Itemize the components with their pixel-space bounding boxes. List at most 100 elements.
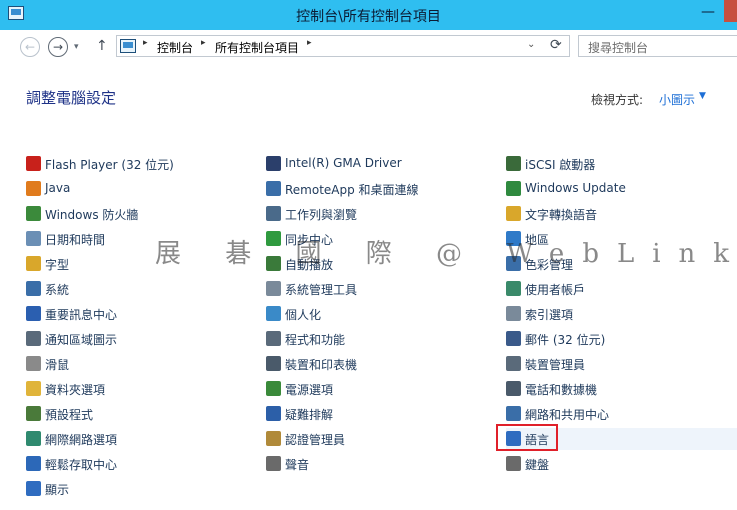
printer-icon [266, 356, 281, 371]
control-panel-item[interactable]: 裝置和印表機 [266, 353, 476, 375]
control-panel-item[interactable]: 輕鬆存取中心 [26, 453, 236, 475]
personalization-icon [266, 306, 281, 321]
address-bar[interactable]: ▸ 控制台 ▸ 所有控制台項目 ▸ ⌄ ⟳ [116, 35, 570, 57]
item-label: 網際網路選項 [45, 433, 118, 447]
item-label: 滑鼠 [45, 358, 70, 372]
item-label: 系統 [45, 283, 70, 297]
forward-button[interactable]: → [48, 37, 68, 57]
item-label: 疑難排解 [285, 408, 334, 422]
breadcrumb-separator[interactable]: ▸ [201, 38, 206, 48]
item-label: 郵件 (32 位元) [525, 333, 606, 347]
control-panel-item[interactable]: 聲音 [266, 453, 476, 475]
indexing-icon [506, 306, 521, 321]
item-label: 工作列與瀏覽 [285, 208, 358, 222]
control-panel-item[interactable]: RemoteApp 和桌面連線 [266, 178, 476, 200]
control-panel-item[interactable]: 鍵盤 [506, 453, 716, 475]
control-panel-item[interactable]: 工作列與瀏覽 [266, 203, 476, 225]
control-panel-item[interactable]: 文字轉換語音 [506, 203, 716, 225]
control-panel-item[interactable]: 疑難排解 [266, 403, 476, 425]
control-panel-item[interactable]: Windows Update [506, 178, 716, 200]
control-panel-item[interactable]: Flash Player (32 位元) [26, 153, 236, 175]
sound-icon [266, 456, 281, 471]
breadcrumb-control-panel[interactable]: 控制台 [157, 39, 193, 56]
up-button[interactable]: ↑ [96, 38, 108, 54]
control-panel-item[interactable]: 網際網路選項 [26, 428, 236, 450]
taskbar-icon [266, 206, 281, 221]
recent-locations-button[interactable]: ▾ [74, 42, 79, 52]
system-icon [26, 281, 41, 296]
credential-icon [266, 431, 281, 446]
folder-icon [26, 381, 41, 396]
close-button[interactable] [724, 0, 737, 22]
item-label: 鍵盤 [525, 458, 550, 472]
control-panel-item[interactable]: 電話和數據機 [506, 378, 716, 400]
java-icon [26, 181, 41, 196]
breadcrumb-separator[interactable]: ▸ [143, 38, 148, 48]
refresh-icon[interactable]: ⟳ [550, 37, 562, 53]
item-label: 索引選項 [525, 308, 574, 322]
control-panel-icon [120, 39, 136, 53]
control-panel-item[interactable]: 郵件 (32 位元) [506, 328, 716, 350]
control-panel-item[interactable]: 個人化 [266, 303, 476, 325]
control-panel-item[interactable]: 系統 [26, 278, 236, 300]
control-panel-item[interactable]: 預設程式 [26, 403, 236, 425]
remoteapp-icon [266, 181, 281, 196]
control-panel-item[interactable]: 認證管理員 [266, 428, 476, 450]
control-panel-item[interactable]: 裝置管理員 [506, 353, 716, 375]
control-panel-item[interactable]: 滑鼠 [26, 353, 236, 375]
notification-icon [26, 331, 41, 346]
control-panel-item[interactable]: 顯示 [26, 478, 236, 500]
item-label: 網路和共用中心 [525, 408, 610, 422]
control-panel-item[interactable]: Windows 防火牆 [26, 203, 236, 225]
breadcrumb-separator[interactable]: ▸ [307, 38, 312, 48]
breadcrumb-all-items[interactable]: 所有控制台項目 [215, 39, 299, 56]
control-panel-item[interactable]: 通知區域圖示 [26, 328, 236, 350]
item-label: Java [45, 181, 71, 195]
flash-icon [26, 156, 41, 171]
font-icon [26, 256, 41, 271]
item-label: Windows 防火牆 [45, 208, 139, 222]
control-panel-item[interactable]: 程式和功能 [266, 328, 476, 350]
control-panel-item[interactable]: 重要訊息中心 [26, 303, 236, 325]
user-accounts-icon [506, 281, 521, 296]
programs-icon [266, 331, 281, 346]
back-button[interactable]: ← [20, 37, 40, 57]
control-panel-item[interactable]: Java [26, 178, 236, 200]
default-programs-icon [26, 406, 41, 421]
item-label: Intel(R) GMA Driver [285, 156, 402, 170]
control-panel-item[interactable]: 電源選項 [266, 378, 476, 400]
mouse-icon [26, 356, 41, 371]
control-panel-item[interactable]: 系統管理工具 [266, 278, 476, 300]
window-title: 控制台\所有控制台項目 [296, 9, 441, 25]
display-icon [26, 481, 41, 496]
address-dropdown-icon[interactable]: ⌄ [527, 39, 535, 50]
search-input[interactable]: 搜尋控制台 [578, 35, 737, 57]
control-panel-item[interactable]: Intel(R) GMA Driver [266, 153, 476, 175]
item-label: 使用者帳戶 [525, 283, 586, 297]
control-panel-item[interactable]: iSCSI 啟動器 [506, 153, 716, 175]
intel-icon [266, 156, 281, 171]
item-label: 資料夾選項 [45, 383, 106, 397]
device-manager-icon [506, 356, 521, 371]
control-panel-item[interactable]: 索引選項 [506, 303, 716, 325]
troubleshoot-icon [266, 406, 281, 421]
network-icon [506, 406, 521, 421]
minimize-button[interactable]: — [693, 0, 723, 26]
admin-tools-icon [266, 281, 281, 296]
control-panel-item[interactable]: 網路和共用中心 [506, 403, 716, 425]
item-label: iSCSI 啟動器 [525, 158, 596, 172]
item-label: 輕鬆存取中心 [45, 458, 118, 472]
view-by-arrow-icon[interactable]: ▼ [699, 91, 706, 101]
keyboard-icon [506, 456, 521, 471]
text-to-speech-icon [506, 206, 521, 221]
windows-update-icon [506, 181, 521, 196]
title-bar: 控制台\所有控制台項目 — [0, 0, 737, 30]
view-by-dropdown[interactable]: 小圖示 [659, 91, 695, 108]
navigation-bar: ← → ▾ ↑ ▸ 控制台 ▸ 所有控制台項目 ▸ ⌄ ⟳ 搜尋控制台 [0, 30, 737, 64]
item-label: 重要訊息中心 [45, 308, 118, 322]
control-panel-item[interactable]: 使用者帳戶 [506, 278, 716, 300]
control-panel-item[interactable]: 資料夾選項 [26, 378, 236, 400]
watermark: 展 碁 國 際 @ WebLink [155, 239, 737, 269]
item-label: 系統管理工具 [285, 283, 358, 297]
ease-of-access-icon [26, 456, 41, 471]
